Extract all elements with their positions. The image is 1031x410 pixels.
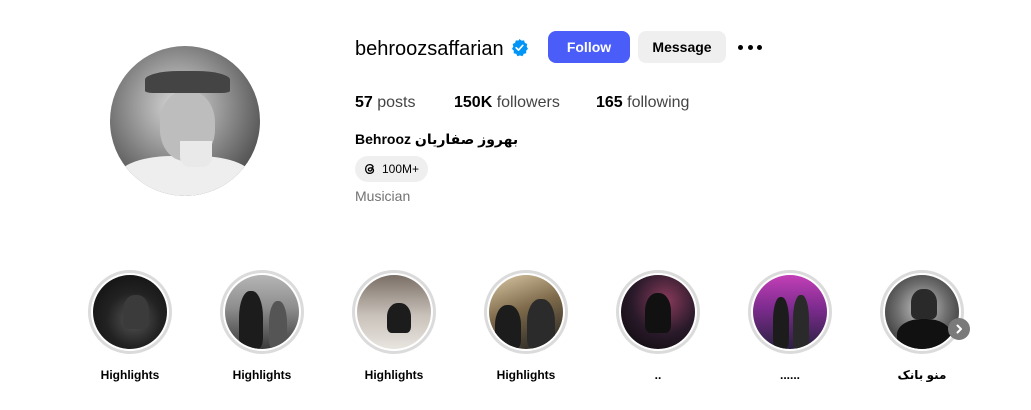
highlight-item[interactable]: Highlights xyxy=(349,270,439,382)
highlight-ring xyxy=(748,270,832,354)
highlight-label: Highlights xyxy=(496,368,556,382)
highlight-label: .. xyxy=(654,368,662,382)
highlight-label: Highlights xyxy=(100,368,160,382)
highlight-ring xyxy=(616,270,700,354)
more-dot xyxy=(747,44,753,50)
highlight-cover xyxy=(225,275,299,349)
highlight-cover xyxy=(357,275,431,349)
verified-badge-icon xyxy=(511,38,529,57)
more-dot xyxy=(757,44,762,50)
highlight-cover xyxy=(885,275,959,349)
followers-count: 150K xyxy=(454,94,493,111)
highlight-label: Highlights xyxy=(364,368,424,382)
profile-username: behroozsaffarian xyxy=(355,38,504,60)
highlight-cover xyxy=(621,275,695,349)
profile-avatar[interactable] xyxy=(110,46,260,196)
message-button[interactable]: Message xyxy=(638,31,726,63)
highlight-label: ...... xyxy=(779,368,800,382)
highlights-next-button[interactable] xyxy=(948,318,970,340)
following-label: following xyxy=(627,94,690,111)
highlight-cover xyxy=(93,275,167,349)
chevron-right-icon xyxy=(956,324,962,334)
avatar-hat xyxy=(145,71,230,93)
highlight-cover xyxy=(753,275,827,349)
following-count: 165 xyxy=(596,94,623,111)
profile-category: Musician xyxy=(355,188,411,204)
posts-count: 57 xyxy=(355,94,373,111)
highlight-label: منو بانک xyxy=(897,368,947,382)
avatar-cup xyxy=(180,141,212,167)
profile-full-name: Behrooz بهروز صفاریان xyxy=(355,131,519,147)
highlight-item[interactable]: ...... xyxy=(745,270,835,382)
posts-label: posts xyxy=(377,94,416,111)
followers-label: followers xyxy=(496,94,560,111)
highlight-cover xyxy=(489,275,563,349)
highlight-ring xyxy=(880,270,964,354)
threads-count: 100M+ xyxy=(382,162,420,176)
followers-stat[interactable]: 150K followers xyxy=(454,93,560,113)
follow-button[interactable]: Follow xyxy=(548,31,630,63)
highlight-ring xyxy=(484,270,568,354)
highlight-ring xyxy=(220,270,304,354)
more-dot xyxy=(738,44,743,50)
more-options-icon[interactable] xyxy=(738,36,762,58)
highlight-label: Highlights xyxy=(232,368,292,382)
highlight-item[interactable]: .. xyxy=(613,270,703,382)
highlight-ring xyxy=(352,270,436,354)
threads-badge[interactable]: 100M+ xyxy=(355,156,429,182)
threads-icon xyxy=(364,163,375,175)
posts-stat: 57 posts xyxy=(355,93,416,113)
highlight-item[interactable]: Highlights xyxy=(481,270,571,382)
highlight-item[interactable]: Highlights xyxy=(85,270,175,382)
highlight-ring xyxy=(88,270,172,354)
following-stat[interactable]: 165 following xyxy=(596,93,689,113)
highlight-item[interactable]: Highlights xyxy=(217,270,307,382)
